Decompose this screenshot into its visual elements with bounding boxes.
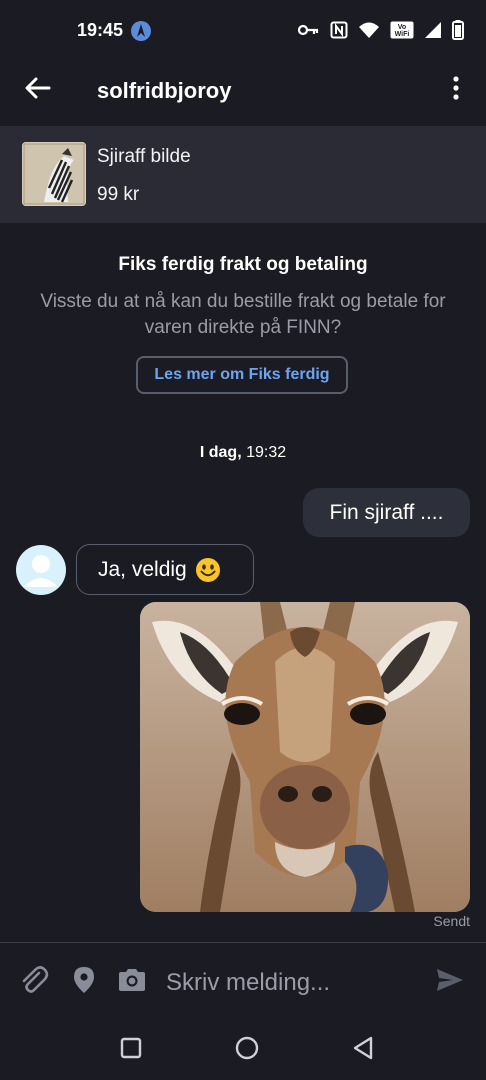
back-triangle-icon <box>352 1036 374 1065</box>
date-time: 19:32 <box>246 444 287 461</box>
smiley-emoji-icon <box>195 557 221 583</box>
status-time: 19:45 <box>77 20 124 40</box>
home-circle-icon <box>235 1036 259 1065</box>
key-icon <box>298 23 320 37</box>
date-separator: I dag, 19:32 <box>0 444 486 462</box>
attachment-button[interactable] <box>18 965 50 1000</box>
info-text: Visste du at nå kan du bestille frakt og… <box>40 291 446 338</box>
product-price: 99 kr <box>97 184 140 205</box>
product-thumbnail <box>22 142 86 206</box>
location-icon <box>73 966 95 999</box>
signal-icon <box>424 21 442 39</box>
vowifi-icon: Vo WiFi <box>390 21 414 39</box>
incoming-message-text: Ja, veldig <box>98 557 187 581</box>
outgoing-message[interactable]: Fin sjiraff .... <box>303 488 470 537</box>
avatar[interactable] <box>16 545 66 595</box>
wifi-icon <box>358 21 380 39</box>
read-more-button[interactable]: Les mer om Fiks ferdig <box>136 356 348 394</box>
conversation-title: solfridbjoroy <box>97 78 232 103</box>
recents-button[interactable] <box>114 1035 148 1065</box>
back-button[interactable] <box>22 74 54 106</box>
location-button[interactable] <box>68 966 100 998</box>
home-button[interactable] <box>230 1035 264 1065</box>
camera-icon <box>117 967 147 998</box>
back-arrow-icon <box>25 77 51 104</box>
message-input[interactable] <box>166 964 416 1002</box>
system-back-button[interactable] <box>346 1035 380 1065</box>
giraffe-photo[interactable] <box>140 602 470 912</box>
svg-text:WiFi: WiFi <box>395 31 410 38</box>
sent-status: Sendt <box>433 913 470 929</box>
status-icons: Vo WiFi <box>298 20 464 40</box>
attachment-icon <box>19 965 49 1000</box>
camera-button[interactable] <box>116 966 148 998</box>
avatar-person-icon <box>24 555 58 587</box>
send-icon <box>435 967 465 998</box>
nfc-icon <box>330 21 348 39</box>
info-heading: Fiks ferdig frakt og betaling <box>118 254 368 275</box>
more-options-button[interactable] <box>444 74 468 106</box>
app-notification-icon <box>131 21 151 41</box>
recents-square-icon <box>120 1037 142 1064</box>
more-vertical-icon <box>453 75 459 105</box>
product-title: Sjiraff bilde <box>97 146 191 167</box>
app-bar <box>0 64 486 126</box>
svg-text:Vo: Vo <box>398 24 406 31</box>
battery-icon <box>452 20 464 40</box>
date-day: I dag, <box>199 444 242 461</box>
send-button[interactable] <box>434 966 466 998</box>
incoming-message[interactable]: Ja, veldig <box>76 544 254 595</box>
